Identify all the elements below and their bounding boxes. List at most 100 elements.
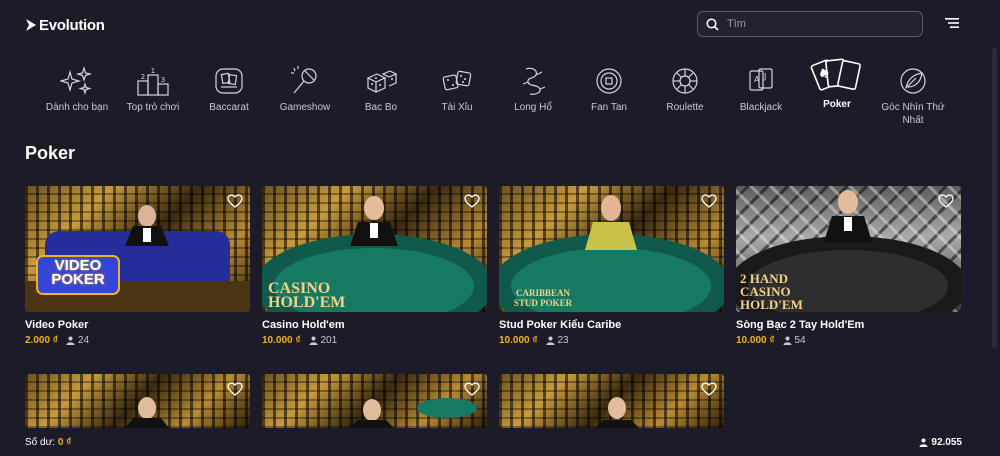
min-bet: 10.000 ₫: [499, 335, 538, 346]
game-card-caribbean-stud[interactable]: CARIBBEAN STUD POKER Stud Poker Kiểu Car…: [499, 186, 724, 346]
game-thumbnail[interactable]: [499, 374, 724, 428]
microphone-icon: [291, 66, 317, 94]
favorite-heart-icon[interactable]: [227, 382, 243, 396]
category-label: Roulette: [666, 102, 704, 113]
category-gameshow[interactable]: Gameshow: [265, 55, 345, 130]
dealer-scene: [595, 397, 639, 428]
player-count: 24: [77, 335, 90, 346]
game-thumbnail[interactable]: VIDEO POKER: [25, 186, 250, 312]
favorite-heart-icon[interactable]: [227, 194, 243, 208]
svg-text:J: J: [763, 72, 766, 81]
evolution-logo[interactable]: Evolution: [25, 15, 105, 35]
category-label: Fan Tan: [591, 102, 627, 113]
category-long-ho[interactable]: Long Hổ: [493, 55, 573, 130]
min-bet: 2.000 ₫: [25, 335, 58, 346]
thumbnail-overlay-text: VIDEO POKER: [51, 257, 105, 288]
category-blackjack[interactable]: AJ Blackjack: [721, 55, 801, 130]
category-bac-bo[interactable]: Bac Bo: [341, 55, 421, 130]
game-title: Stud Poker Kiểu Caribe: [499, 319, 622, 331]
leaf-icon: [900, 68, 926, 94]
dragon-icon: [522, 67, 546, 95]
thumbnail-overlay-text: 2 HAND CASINO HOLD'EM: [740, 271, 803, 312]
game-title: Video Poker: [25, 319, 89, 331]
category-baccarat[interactable]: Baccarat: [189, 55, 269, 130]
favorite-heart-icon[interactable]: [701, 194, 717, 208]
thumbnail-overlay-text: CASINO HOLD'EM: [268, 280, 346, 311]
game-card-casino-holdem[interactable]: CASINO HOLD'EM Casino Hold'em 10.000 ₫ 2…: [262, 186, 487, 346]
game-thumbnail[interactable]: CARIBBEAN STUD POKER: [499, 186, 724, 312]
favorite-heart-icon[interactable]: [938, 194, 954, 208]
scrollbar[interactable]: [992, 48, 997, 348]
baccarat-icon: [215, 68, 243, 94]
logo-text: Evolution: [39, 16, 105, 34]
dice-pair-icon: [442, 70, 472, 91]
category-label: Tài Xỉu: [441, 102, 473, 113]
category-poker[interactable]: Poker: [797, 55, 877, 130]
user-icon: [546, 336, 554, 345]
min-bet: 10.000 ₫: [736, 335, 775, 346]
header: Evolution: [0, 0, 1000, 48]
favorite-heart-icon[interactable]: [701, 382, 717, 396]
category-danh-cho-ban[interactable]: Dành cho bạn: [37, 55, 117, 130]
dealer-scene: [125, 397, 169, 428]
category-fan-tan[interactable]: Fan Tan: [569, 55, 649, 130]
svg-text:2: 2: [141, 73, 145, 81]
online-count: 92.055: [931, 437, 962, 448]
category-top-tro-choi[interactable]: 12 3 Top trò chơi: [113, 55, 193, 130]
player-count: 54: [794, 335, 806, 346]
category-label: Blackjack: [739, 102, 783, 113]
user-icon: [919, 438, 928, 447]
game-card-video-poker[interactable]: VIDEO POKER Video Poker 2.000 ₫ 24: [25, 186, 250, 346]
game-card[interactable]: [499, 374, 724, 428]
game-thumbnail[interactable]: 2 HAND CASINO HOLD'EM: [736, 186, 961, 312]
svg-text:A: A: [754, 75, 760, 84]
coin-icon: [596, 68, 622, 94]
balance-label: Số dư:: [25, 437, 56, 448]
game-title: Sòng Bạc 2 Tay Hold'Em: [736, 319, 865, 331]
game-thumbnail[interactable]: [262, 374, 487, 428]
category-roulette[interactable]: Roulette: [645, 55, 725, 130]
svg-text:3: 3: [161, 76, 165, 84]
user-icon: [783, 336, 791, 345]
svg-text:1: 1: [151, 67, 155, 75]
evolution-logo-icon: [26, 19, 36, 31]
dealer-scene: [350, 398, 477, 428]
roulette-icon: [672, 68, 698, 94]
game-thumbnail[interactable]: CASINO HOLD'EM: [262, 186, 487, 312]
category-label: Bac Bo: [364, 102, 398, 113]
category-label: Baccarat: [209, 102, 249, 113]
thumbnail-overlay-text: CARIBBEAN STUD POKER: [513, 288, 573, 308]
balance-value: 0 ₫: [57, 437, 72, 448]
game-card[interactable]: [25, 374, 250, 428]
game-card[interactable]: [262, 374, 487, 428]
player-count: 201: [320, 335, 338, 346]
category-label: Long Hổ: [514, 102, 552, 113]
category-nav: Dành cho bạn 12 3 Top trò chơi Baccarat G…: [35, 55, 955, 130]
podium-icon: 12 3: [137, 67, 169, 96]
section-title: Poker: [25, 143, 76, 163]
player-count: 23: [557, 335, 569, 346]
favorite-heart-icon[interactable]: [464, 382, 480, 396]
category-label: Dành cho bạn: [45, 102, 109, 113]
menu-icon[interactable]: [945, 17, 959, 29]
game-title: Casino Hold'em: [262, 319, 345, 331]
min-bet: 10.000 ₫: [262, 335, 301, 346]
search-icon: [706, 17, 719, 31]
category-label: Góc Nhìn Thứ Nhất: [881, 102, 945, 126]
game-card-2-hand-holdem[interactable]: 2 HAND CASINO HOLD'EM Sòng Bạc 2 Tay Hol…: [736, 186, 961, 346]
online-players: 92.055: [919, 437, 962, 448]
category-label: Top trò chơi: [126, 102, 180, 113]
search-input[interactable]: [727, 18, 917, 30]
poker-cards-icon: [810, 58, 861, 91]
category-tai-xiu[interactable]: Tài Xỉu: [417, 55, 497, 130]
category-label: Poker: [823, 99, 851, 110]
cards-icon: AJ: [749, 68, 773, 91]
sparkles-icon: [60, 66, 93, 96]
game-thumbnail[interactable]: [25, 374, 250, 428]
category-label: Gameshow: [279, 102, 331, 113]
search-box[interactable]: [697, 11, 923, 37]
category-goc-nhin-thu-nhat[interactable]: Góc Nhìn Thứ Nhất: [873, 55, 953, 130]
user-icon: [66, 336, 75, 345]
user-icon: [309, 336, 317, 345]
favorite-heart-icon[interactable]: [464, 194, 480, 208]
